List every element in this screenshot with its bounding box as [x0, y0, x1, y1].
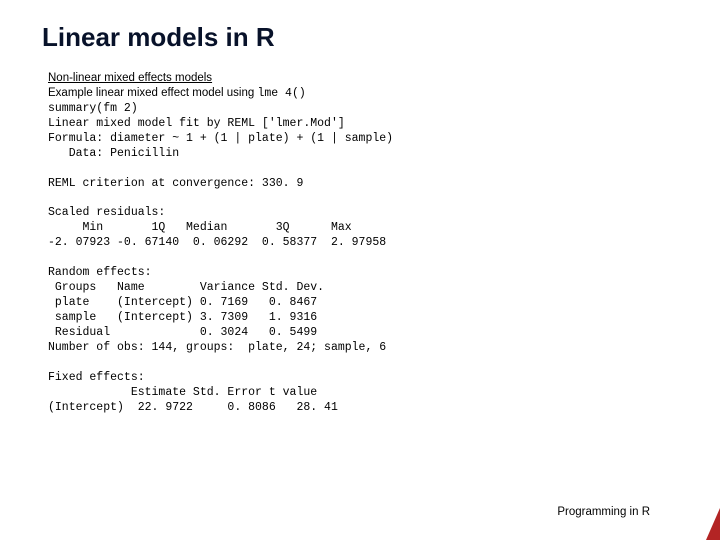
code-output: summary(fm 2) Linear mixed model fit by …	[48, 102, 720, 416]
corner-accent	[706, 508, 720, 540]
footer-text: Programming in R	[557, 506, 650, 518]
example-line: Example linear mixed effect model using …	[48, 86, 720, 102]
page-title: Linear models in R	[0, 0, 720, 53]
example-prefix: Example linear mixed effect model using	[48, 87, 257, 99]
section-subhead: Non-linear mixed effects models	[48, 71, 720, 86]
slide-body: Non-linear mixed effects models Example …	[0, 53, 720, 416]
example-code: lme 4()	[257, 87, 305, 100]
